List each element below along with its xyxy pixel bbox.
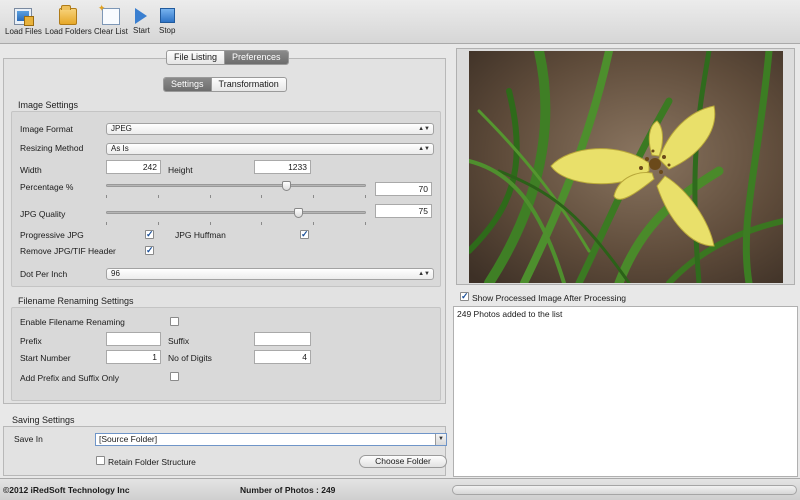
percentage-label: Percentage %: [20, 182, 74, 192]
save-in-label: Save In: [14, 434, 43, 444]
jpg-quality-input[interactable]: 75: [375, 204, 432, 218]
height-label: Height: [168, 165, 193, 175]
top-tab-bar: File Listing Preferences: [166, 50, 289, 65]
jpg-quality-label: JPG Quality: [20, 209, 66, 219]
slider-ticks: [106, 222, 366, 225]
photo-count-text: Number of Photos : 249: [240, 485, 336, 495]
tab-preferences[interactable]: Preferences: [225, 51, 288, 64]
dpi-label: Dot Per Inch: [20, 269, 68, 279]
play-icon: [135, 8, 148, 24]
image-format-select[interactable]: JPEG ▲▼: [106, 123, 434, 135]
updown-arrow-icon: ▲▼: [418, 146, 430, 152]
slider-track: [106, 184, 366, 187]
height-input[interactable]: 1233: [254, 160, 311, 174]
retain-structure-label: Retain Folder Structure: [108, 457, 196, 467]
load-files-icon: [14, 8, 35, 26]
resizing-method-label: Resizing Method: [20, 143, 84, 153]
updown-arrow-icon: ▲▼: [418, 126, 430, 132]
prefix-suffix-only-label: Add Prefix and Suffix Only: [20, 373, 120, 383]
saving-title: Saving Settings: [12, 415, 75, 425]
load-files-button[interactable]: Load Files: [5, 8, 42, 36]
clear-list-icon: [98, 3, 120, 25]
resizing-method-value: As Is: [111, 144, 129, 153]
toolbar: Load Files Load Folders Clear List Start…: [0, 0, 800, 44]
jpg-quality-slider-knob[interactable]: [294, 208, 303, 218]
dropdown-arrow-icon[interactable]: ▼: [435, 434, 446, 445]
tab-transformation[interactable]: Transformation: [212, 78, 286, 91]
renaming-title: Filename Renaming Settings: [18, 296, 134, 306]
updown-arrow-icon: ▲▼: [418, 271, 430, 277]
prefix-suffix-only-checkbox[interactable]: [170, 372, 179, 381]
start-number-label: Start Number: [20, 353, 71, 363]
load-files-label: Load Files: [5, 27, 42, 36]
show-processed-label: Show Processed Image After Processing: [472, 293, 627, 303]
tab-file-listing[interactable]: File Listing: [167, 51, 226, 64]
load-folders-label: Load Folders: [45, 27, 92, 36]
resizing-method-select[interactable]: As Is ▲▼: [106, 143, 434, 155]
clear-list-button[interactable]: Clear List: [94, 3, 128, 36]
status-bar: ©2012 iRedSoft Technology Inc Number of …: [0, 478, 800, 500]
progressive-jpg-label: Progressive JPG: [20, 230, 84, 240]
progressive-jpg-checkbox[interactable]: ✓: [145, 230, 154, 239]
remove-header-label: Remove JPG/TIF Header: [20, 246, 116, 256]
image-settings-title: Image Settings: [18, 100, 79, 110]
digits-input[interactable]: 4: [254, 350, 311, 364]
enable-renaming-label: Enable Filename Renaming: [20, 317, 125, 327]
sub-tab-bar: Settings Transformation: [163, 77, 287, 92]
dpi-value: 96: [111, 269, 120, 278]
prefix-input[interactable]: [106, 332, 161, 346]
enable-renaming-checkbox[interactable]: [170, 317, 179, 326]
image-preview-frame: [456, 48, 795, 285]
log-textarea[interactable]: 249 Photos added to the list: [453, 306, 798, 477]
jpg-quality-slider[interactable]: [106, 208, 366, 225]
copyright-text: ©2012 iRedSoft Technology Inc: [3, 485, 130, 495]
save-in-value: [Source Folder]: [99, 434, 158, 444]
save-in-combobox[interactable]: [Source Folder] ▼: [95, 433, 447, 446]
left-panel: File Listing Preferences Settings Transf…: [0, 46, 448, 478]
image-settings-group: [11, 111, 441, 287]
choose-folder-button[interactable]: Choose Folder: [359, 455, 447, 468]
stop-button[interactable]: Stop: [159, 8, 175, 35]
width-label: Width: [20, 165, 42, 175]
jpg-huffman-checkbox[interactable]: ✓: [300, 230, 309, 239]
folder-icon: [59, 5, 78, 25]
show-processed-checkbox[interactable]: ✓: [460, 292, 469, 301]
slider-track: [106, 211, 366, 214]
stop-label: Stop: [159, 26, 176, 35]
prefix-label: Prefix: [20, 336, 42, 346]
dpi-select[interactable]: 96 ▲▼: [106, 268, 434, 280]
tab-settings[interactable]: Settings: [164, 78, 212, 91]
stop-icon: [159, 8, 175, 23]
progress-bar: [452, 485, 797, 495]
log-line: 249 Photos added to the list: [457, 309, 563, 319]
image-preview: [469, 51, 783, 283]
suffix-label: Suffix: [168, 336, 190, 346]
flower-photo: [469, 51, 783, 283]
remove-header-checkbox[interactable]: ✓: [145, 246, 154, 255]
clear-list-label: Clear List: [94, 27, 128, 36]
digits-label: No of Digits: [168, 353, 212, 363]
image-format-value: JPEG: [111, 124, 132, 133]
retain-structure-checkbox[interactable]: [96, 456, 105, 465]
percentage-slider[interactable]: [106, 181, 366, 198]
percentage-slider-knob[interactable]: [282, 181, 291, 191]
jpg-huffman-label: JPG Huffman: [175, 230, 226, 240]
start-button[interactable]: Start: [133, 8, 150, 35]
width-input[interactable]: 242: [106, 160, 161, 174]
image-format-label: Image Format: [20, 124, 73, 134]
slider-ticks: [106, 195, 366, 198]
suffix-input[interactable]: [254, 332, 311, 346]
percentage-input[interactable]: 70: [375, 182, 432, 196]
load-folders-button[interactable]: Load Folders: [45, 5, 92, 36]
start-label: Start: [133, 26, 150, 35]
start-number-input[interactable]: 1: [106, 350, 161, 364]
